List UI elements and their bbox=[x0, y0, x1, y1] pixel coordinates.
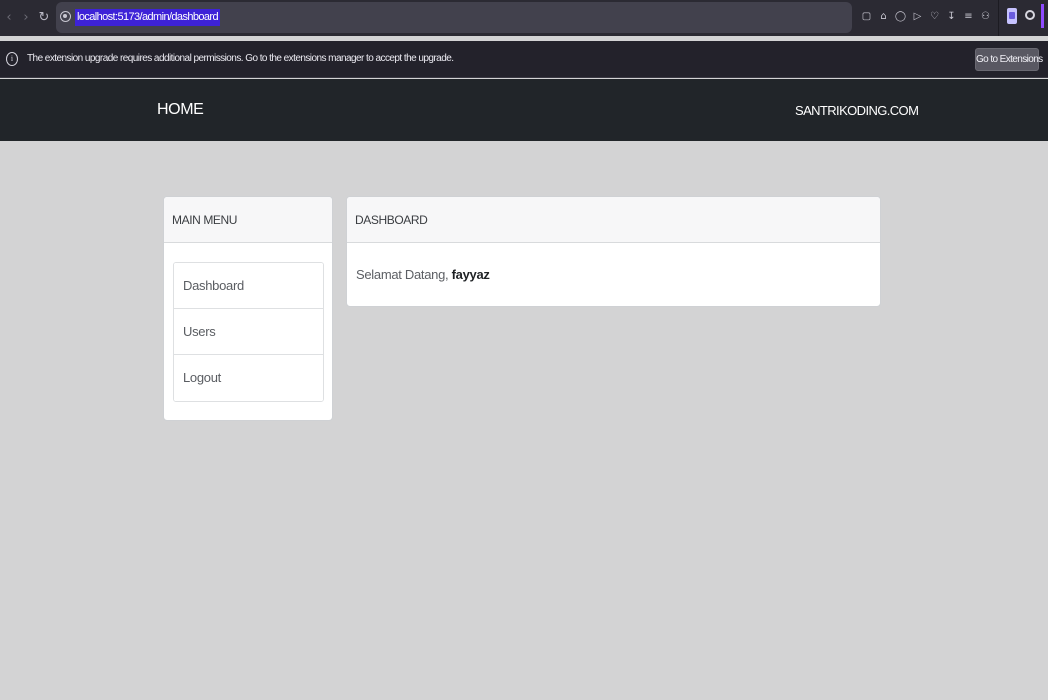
menu-item-users[interactable]: Users bbox=[174, 309, 323, 355]
welcome-username: fayyaz bbox=[451, 267, 490, 282]
site-navbar: HOME SANTRIKODING.COM bbox=[0, 79, 1048, 141]
menu-item-dashboard[interactable]: Dashboard bbox=[174, 263, 323, 309]
download-icon[interactable]: ↧ bbox=[945, 9, 958, 25]
home-icon[interactable]: ⌂ bbox=[877, 9, 890, 25]
navbar-brand-home[interactable]: HOME bbox=[157, 101, 204, 119]
extension-icon[interactable] bbox=[1007, 8, 1017, 24]
accent-edge bbox=[1041, 4, 1044, 28]
url-text[interactable]: localhost:5173/admin/dashboard bbox=[75, 9, 221, 26]
play-icon[interactable]: ▷ bbox=[911, 9, 924, 25]
menu-item-logout[interactable]: Logout bbox=[174, 355, 323, 401]
library-icon[interactable]: ≡ bbox=[962, 9, 975, 25]
dashboard-card: DASHBOARD Selamat Datang, fayyaz bbox=[346, 196, 881, 307]
forward-icon[interactable]: › bbox=[17, 7, 35, 27]
site-info-icon[interactable] bbox=[60, 11, 71, 22]
notification-message: The extension upgrade requires additiona… bbox=[27, 53, 454, 64]
shield-icon[interactable]: ◯ bbox=[894, 9, 907, 25]
info-icon: i bbox=[6, 52, 18, 66]
go-to-extensions-button[interactable]: Go to Extensions bbox=[975, 48, 1043, 71]
main-menu-title: MAIN MENU bbox=[164, 197, 332, 243]
welcome-greeting: Selamat Datang, bbox=[356, 267, 449, 282]
navbar-link-santrikoding[interactable]: SANTRIKODING.COM bbox=[795, 103, 919, 118]
toolbar-divider bbox=[998, 0, 999, 36]
welcome-message: Selamat Datang, fayyaz bbox=[356, 267, 490, 282]
heart-icon[interactable]: ♡ bbox=[928, 9, 941, 25]
toolbar-icon-group: ▢ ⌂ ◯ ▷ ♡ ↧ ≡ ⚇ bbox=[860, 8, 992, 26]
extension-notification-bar: i The extension upgrade requires additio… bbox=[0, 41, 1048, 78]
main-menu-list: Dashboard Users Logout bbox=[173, 262, 324, 402]
dashboard-title: DASHBOARD bbox=[347, 197, 880, 243]
main-menu-card: MAIN MENU Dashboard Users Logout bbox=[163, 196, 333, 421]
bookmark-icon[interactable]: ▢ bbox=[860, 9, 873, 25]
reload-icon[interactable]: ↻ bbox=[35, 7, 53, 27]
settings-icon[interactable] bbox=[1025, 10, 1035, 20]
account-icon[interactable]: ⚇ bbox=[979, 9, 992, 25]
browser-toolbar: ‹ › ↻ localhost:5173/admin/dashboard ▢ ⌂… bbox=[0, 0, 1048, 36]
address-bar[interactable]: localhost:5173/admin/dashboard bbox=[56, 2, 852, 33]
back-icon[interactable]: ‹ bbox=[0, 7, 18, 27]
